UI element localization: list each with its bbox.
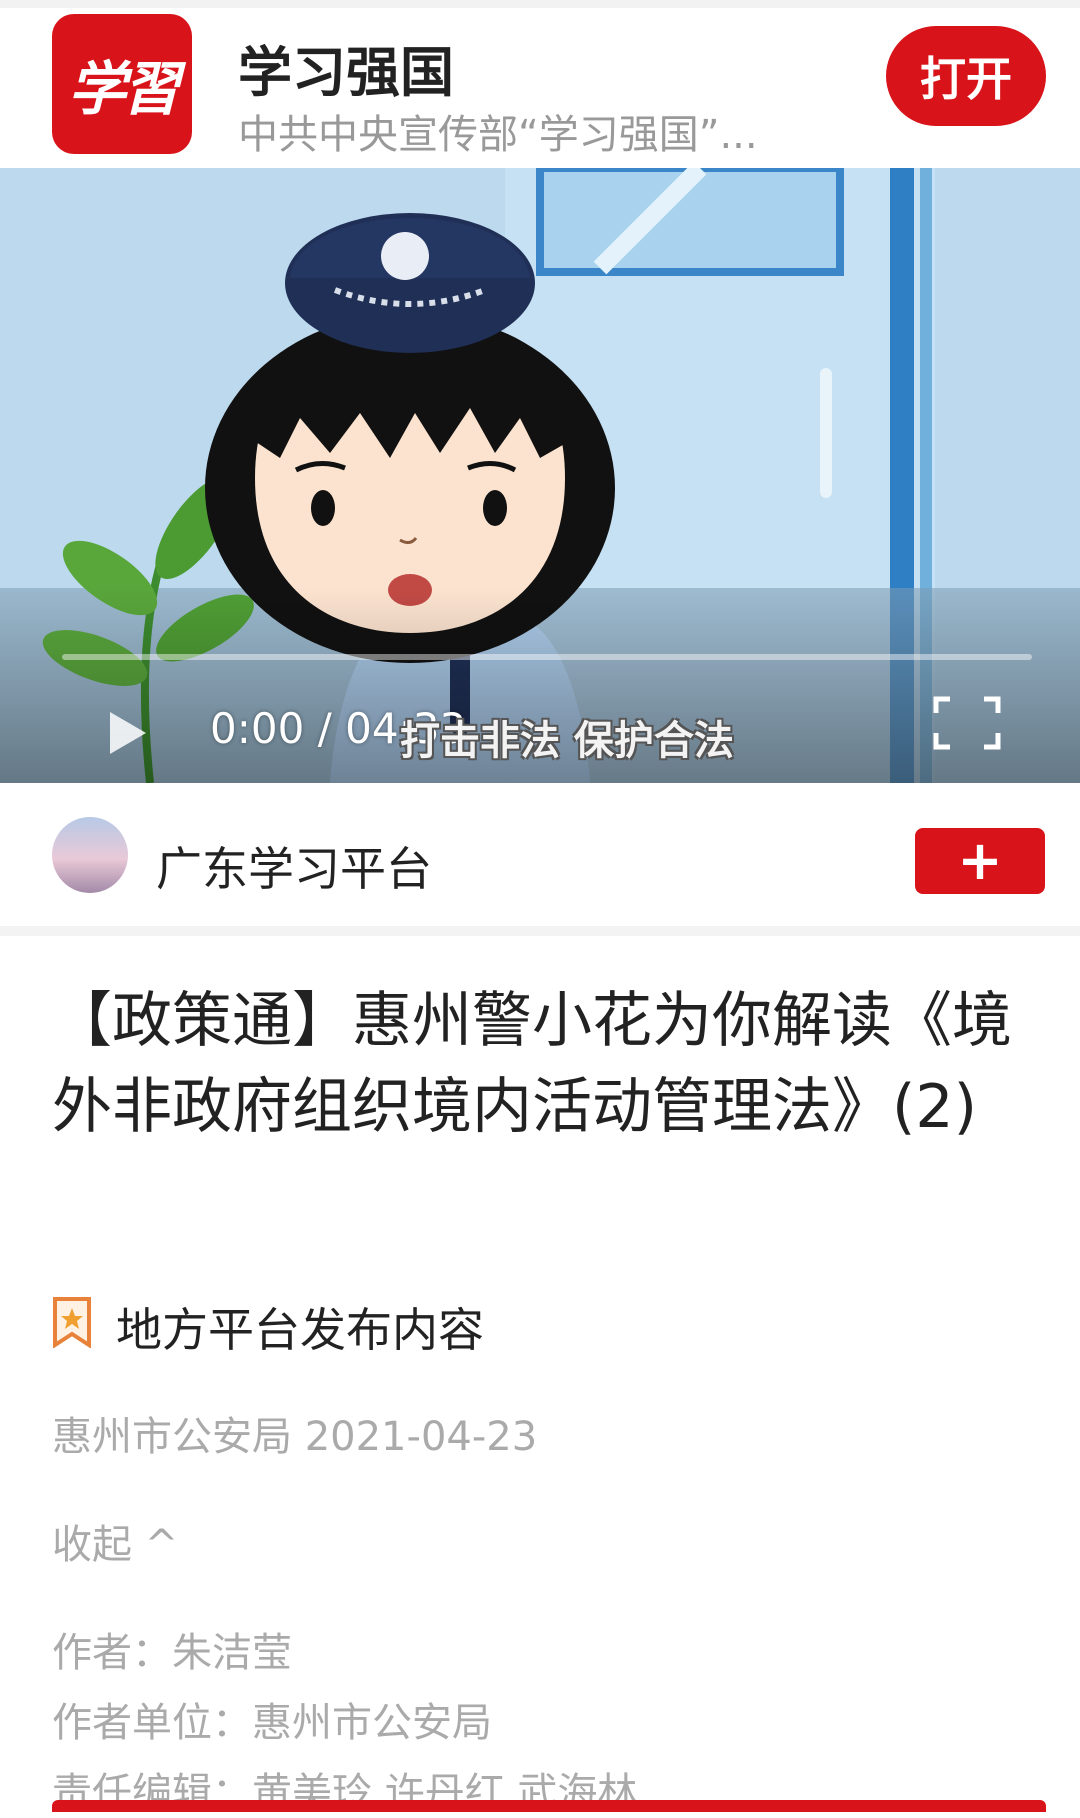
- article-meta: 惠州市公安局 2021-04-23: [52, 1414, 538, 1460]
- app-name: 学习强国: [238, 41, 454, 104]
- app-logo-text: 学習: [67, 55, 180, 123]
- video-subtitle: 打击非法 保护合法: [400, 718, 734, 764]
- author-line: 作者：朱洁莹: [52, 1630, 292, 1676]
- app-banner: 学習 学习强国 中共中央宣传部“学习强国”... 打开: [0, 8, 1080, 168]
- channel-name[interactable]: 广东学习平台: [156, 833, 432, 899]
- video-player[interactable]: 0:00 / 04:33 打击非法 保护合法: [0, 168, 1080, 783]
- bottom-action-bar[interactable]: [52, 1800, 1046, 1812]
- fullscreen-icon[interactable]: [932, 695, 1002, 751]
- play-icon[interactable]: [108, 710, 148, 756]
- channel-avatar[interactable]: [52, 817, 128, 893]
- source-tag-label: 地方平台发布内容: [116, 1303, 484, 1357]
- top-strip: [0, 0, 1080, 8]
- follow-button[interactable]: +: [915, 828, 1045, 894]
- section-divider: [0, 926, 1080, 936]
- collapse-toggle[interactable]: 收起 ^: [52, 1512, 178, 1570]
- open-app-button[interactable]: 打开: [886, 26, 1046, 126]
- author-unit-line: 作者单位：惠州市公安局: [52, 1700, 492, 1746]
- app-logo: 学習: [52, 14, 192, 154]
- bookmark-star-icon: [53, 1297, 91, 1348]
- progress-bar[interactable]: [62, 654, 1032, 660]
- article-title: 【政策通】惠州警小花为你解读《境外非政府组织境内活动管理法》(2): [52, 986, 1012, 1142]
- app-subtitle: 中共中央宣传部“学习强国”...: [238, 112, 758, 158]
